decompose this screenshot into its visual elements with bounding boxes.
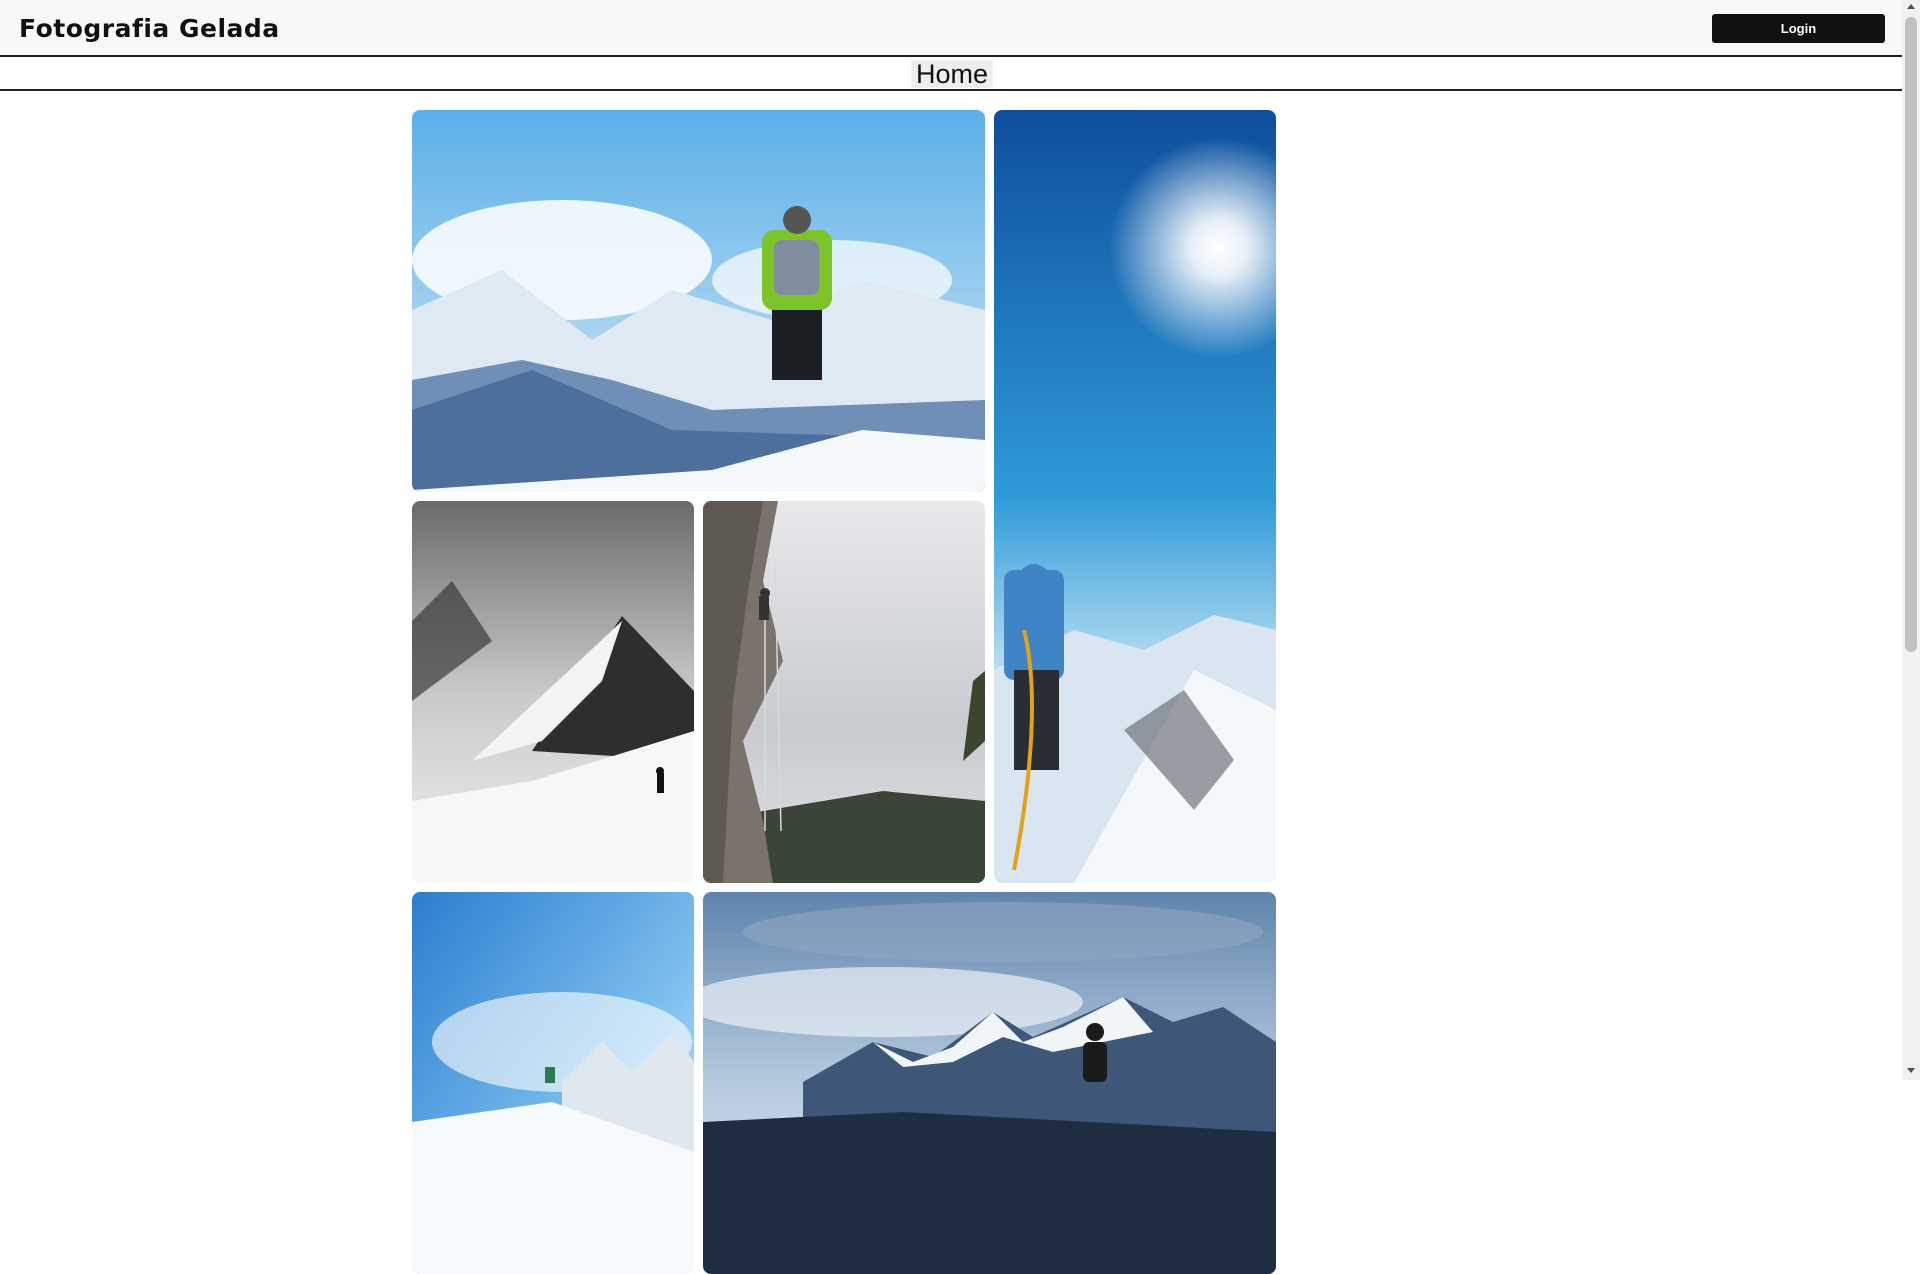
sun-climber-rope-image	[994, 110, 1276, 883]
scrollbar-thumb[interactable]	[1905, 17, 1917, 652]
bw-snow-peak-hiker-image	[412, 501, 694, 883]
nav-home-link[interactable]: Home	[911, 60, 994, 88]
hiker-green-jacket-photo[interactable]	[412, 110, 985, 492]
scroll-down-arrow-icon[interactable]	[1907, 1068, 1915, 1073]
mountain-range-person-photo[interactable]	[703, 892, 1276, 1274]
hiker-green-jacket-image	[412, 110, 985, 492]
site-logo[interactable]: Fotografia Gelada	[19, 14, 280, 43]
sun-climber-rope-photo[interactable]	[994, 110, 1276, 883]
mountain-range-person-image	[703, 892, 1276, 1274]
rock-face-climber-photo[interactable]	[703, 501, 985, 883]
top-bar: Fotografia Gelada Login	[0, 0, 1902, 57]
skier-blue-sky-image	[412, 892, 694, 1274]
bw-snow-peak-hiker-photo[interactable]	[412, 501, 694, 883]
rock-face-climber-image	[703, 501, 985, 883]
skier-blue-sky-photo[interactable]	[412, 892, 694, 1274]
page-scrollbar[interactable]	[1902, 0, 1920, 1080]
nav-bar: Home	[0, 57, 1902, 91]
login-button[interactable]: Login	[1712, 14, 1885, 43]
scroll-up-arrow-icon[interactable]	[1907, 4, 1915, 9]
